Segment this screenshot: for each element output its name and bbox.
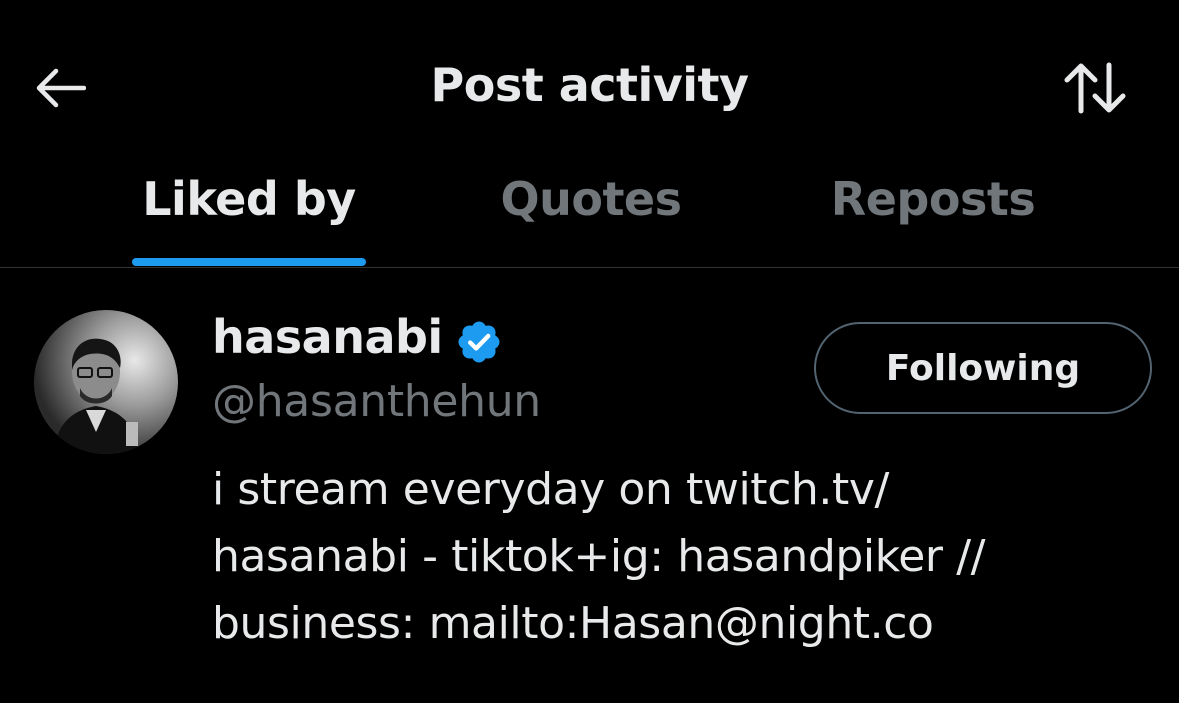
tab-label: Quotes xyxy=(500,172,682,226)
tab-bar: Liked by Quotes Reposts xyxy=(0,160,1179,268)
user-list-item[interactable]: hasanabi @hasanthehun Following i stream… xyxy=(0,268,1179,703)
bio-line: i stream everyday on twitch.tv/ xyxy=(212,464,889,515)
verified-badge-icon xyxy=(458,321,500,363)
user-bio: i stream everyday on twitch.tv/ hasanabi… xyxy=(212,456,1112,657)
header: Post activity xyxy=(0,0,1179,170)
bio-line: business: mailto:Hasan@night.co xyxy=(212,598,934,649)
post-activity-screen: Post activity Liked by Quotes Reposts ha… xyxy=(0,0,1179,703)
sort-button[interactable] xyxy=(1060,58,1130,118)
avatar[interactable] xyxy=(34,310,178,454)
user-handle: @hasanthehun xyxy=(212,376,541,427)
page-title: Post activity xyxy=(430,58,750,112)
tab-label: Reposts xyxy=(830,172,1036,226)
tab-liked-by[interactable]: Liked by xyxy=(132,172,366,268)
sort-arrows-icon xyxy=(1064,62,1126,114)
display-name[interactable]: hasanabi xyxy=(212,310,443,364)
following-button[interactable]: Following xyxy=(814,322,1152,414)
bio-line: hasanabi - tiktok+ig: hasandpiker // xyxy=(212,531,986,582)
avatar-photo xyxy=(34,310,178,454)
tab-reposts[interactable]: Reposts xyxy=(810,172,1056,268)
tab-quotes[interactable]: Quotes xyxy=(480,172,702,268)
tab-label: Liked by xyxy=(142,172,356,226)
active-tab-indicator xyxy=(132,258,366,266)
